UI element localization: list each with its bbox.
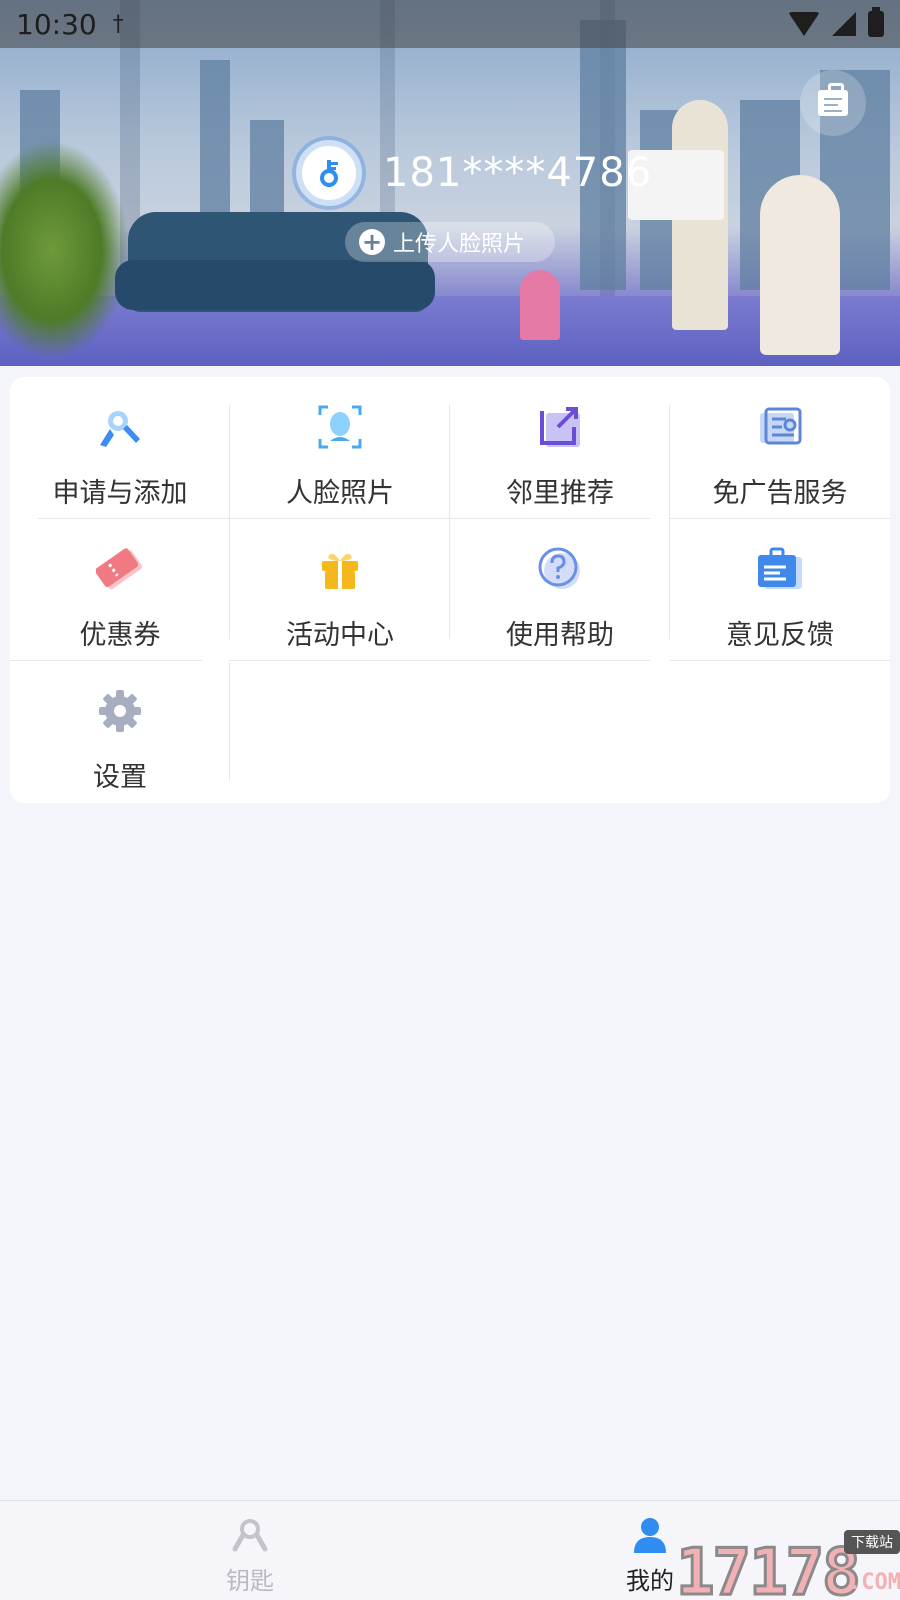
tab-label: 钥匙: [226, 1567, 274, 1595]
family-figure-decoration: [760, 175, 840, 355]
grid-divider: [229, 663, 230, 781]
menu-item-apply-add[interactable]: 申请与添加: [10, 377, 230, 519]
face-scan-icon: [318, 405, 362, 449]
grid-divider: [229, 405, 230, 639]
menu-item-label: 意见反馈: [726, 620, 834, 651]
menu-item-label: 设置: [93, 762, 147, 793]
menu-item-coupon[interactable]: 优惠券: [10, 519, 230, 661]
grid-divider: [10, 660, 202, 661]
menu-grid-card: 申请与添加 人脸照片 邻里推荐 免广告服务 优惠券 活动中心 使用帮助 意见反馈…: [10, 377, 890, 803]
menu-item-label: 使用帮助: [506, 620, 614, 651]
sofa-seat-decoration: [115, 260, 435, 310]
grid-divider: [670, 518, 890, 519]
site-watermark-logo: 17178 下载站 .COM: [675, 1530, 900, 1600]
upload-face-photo-button[interactable]: + 上传人脸照片: [345, 222, 555, 262]
wifi-icon: [788, 12, 820, 36]
screen: 181****4786 + 上传人脸照片 10:30 † 申请与添加 人脸照片 …: [0, 0, 900, 1600]
profile-header-banner: 181****4786 + 上传人脸照片: [0, 0, 900, 366]
gift-icon: [322, 553, 358, 589]
menu-item-settings[interactable]: 设置: [10, 661, 230, 803]
watermark-suffix: .COM: [848, 1570, 900, 1595]
watermark-text: 17178: [675, 1535, 863, 1600]
help-question-icon: [538, 547, 580, 589]
menu-item-label: 邻里推荐: [506, 478, 614, 509]
menu-item-label: 人脸照片: [286, 478, 394, 509]
grid-divider: [449, 405, 450, 639]
plant-decoration: [0, 140, 130, 360]
signal-icon: [832, 12, 856, 36]
menu-item-feedback[interactable]: 意见反馈: [670, 519, 890, 661]
ad-free-scroll-icon: [760, 407, 802, 445]
menu-item-neighbor-recommend[interactable]: 邻里推荐: [450, 377, 670, 519]
grid-divider: [38, 518, 650, 519]
child-figure-decoration: [520, 270, 560, 340]
user-tab-icon: [634, 1518, 666, 1553]
message-button[interactable]: [800, 70, 866, 136]
menu-item-label: 活动中心: [286, 620, 394, 651]
message-clipboard-icon: [818, 83, 848, 116]
status-bar: 10:30 †: [0, 0, 900, 48]
share-square-icon: [540, 407, 580, 447]
menu-item-face-photo[interactable]: 人脸照片: [230, 377, 450, 519]
menu-item-help[interactable]: 使用帮助: [450, 519, 670, 661]
feedback-clipboard-icon: [758, 547, 802, 589]
tab-label: 我的: [626, 1567, 674, 1595]
key-search-icon: [100, 411, 140, 447]
avatar[interactable]: [296, 140, 362, 206]
battery-charging-icon: [868, 7, 884, 37]
key-tab-icon: [232, 1519, 268, 1552]
upload-face-photo-label: 上传人脸照片: [393, 232, 526, 257]
grid-divider: [669, 405, 670, 639]
status-time: 10:30: [16, 7, 97, 41]
watermark-tag: 下载站: [844, 1530, 900, 1554]
menu-item-ad-free[interactable]: 免广告服务: [670, 377, 890, 519]
key-logo-icon: [320, 160, 338, 187]
menu-item-label: 免广告服务: [712, 478, 848, 509]
menu-item-label: 优惠券: [79, 620, 161, 651]
gear-icon: [99, 690, 141, 732]
plus-circle-icon: +: [359, 229, 385, 255]
menu-item-label: 申请与添加: [52, 478, 188, 509]
grid-divider: [229, 660, 650, 661]
phone-number: 181****4786: [383, 150, 653, 196]
usb-debug-icon: †: [112, 11, 124, 37]
coupon-ticket-icon: [96, 548, 143, 590]
grid-divider: [670, 660, 890, 661]
tab-keys[interactable]: 钥匙: [190, 1501, 310, 1600]
menu-item-activity-center[interactable]: 活动中心: [230, 519, 450, 661]
